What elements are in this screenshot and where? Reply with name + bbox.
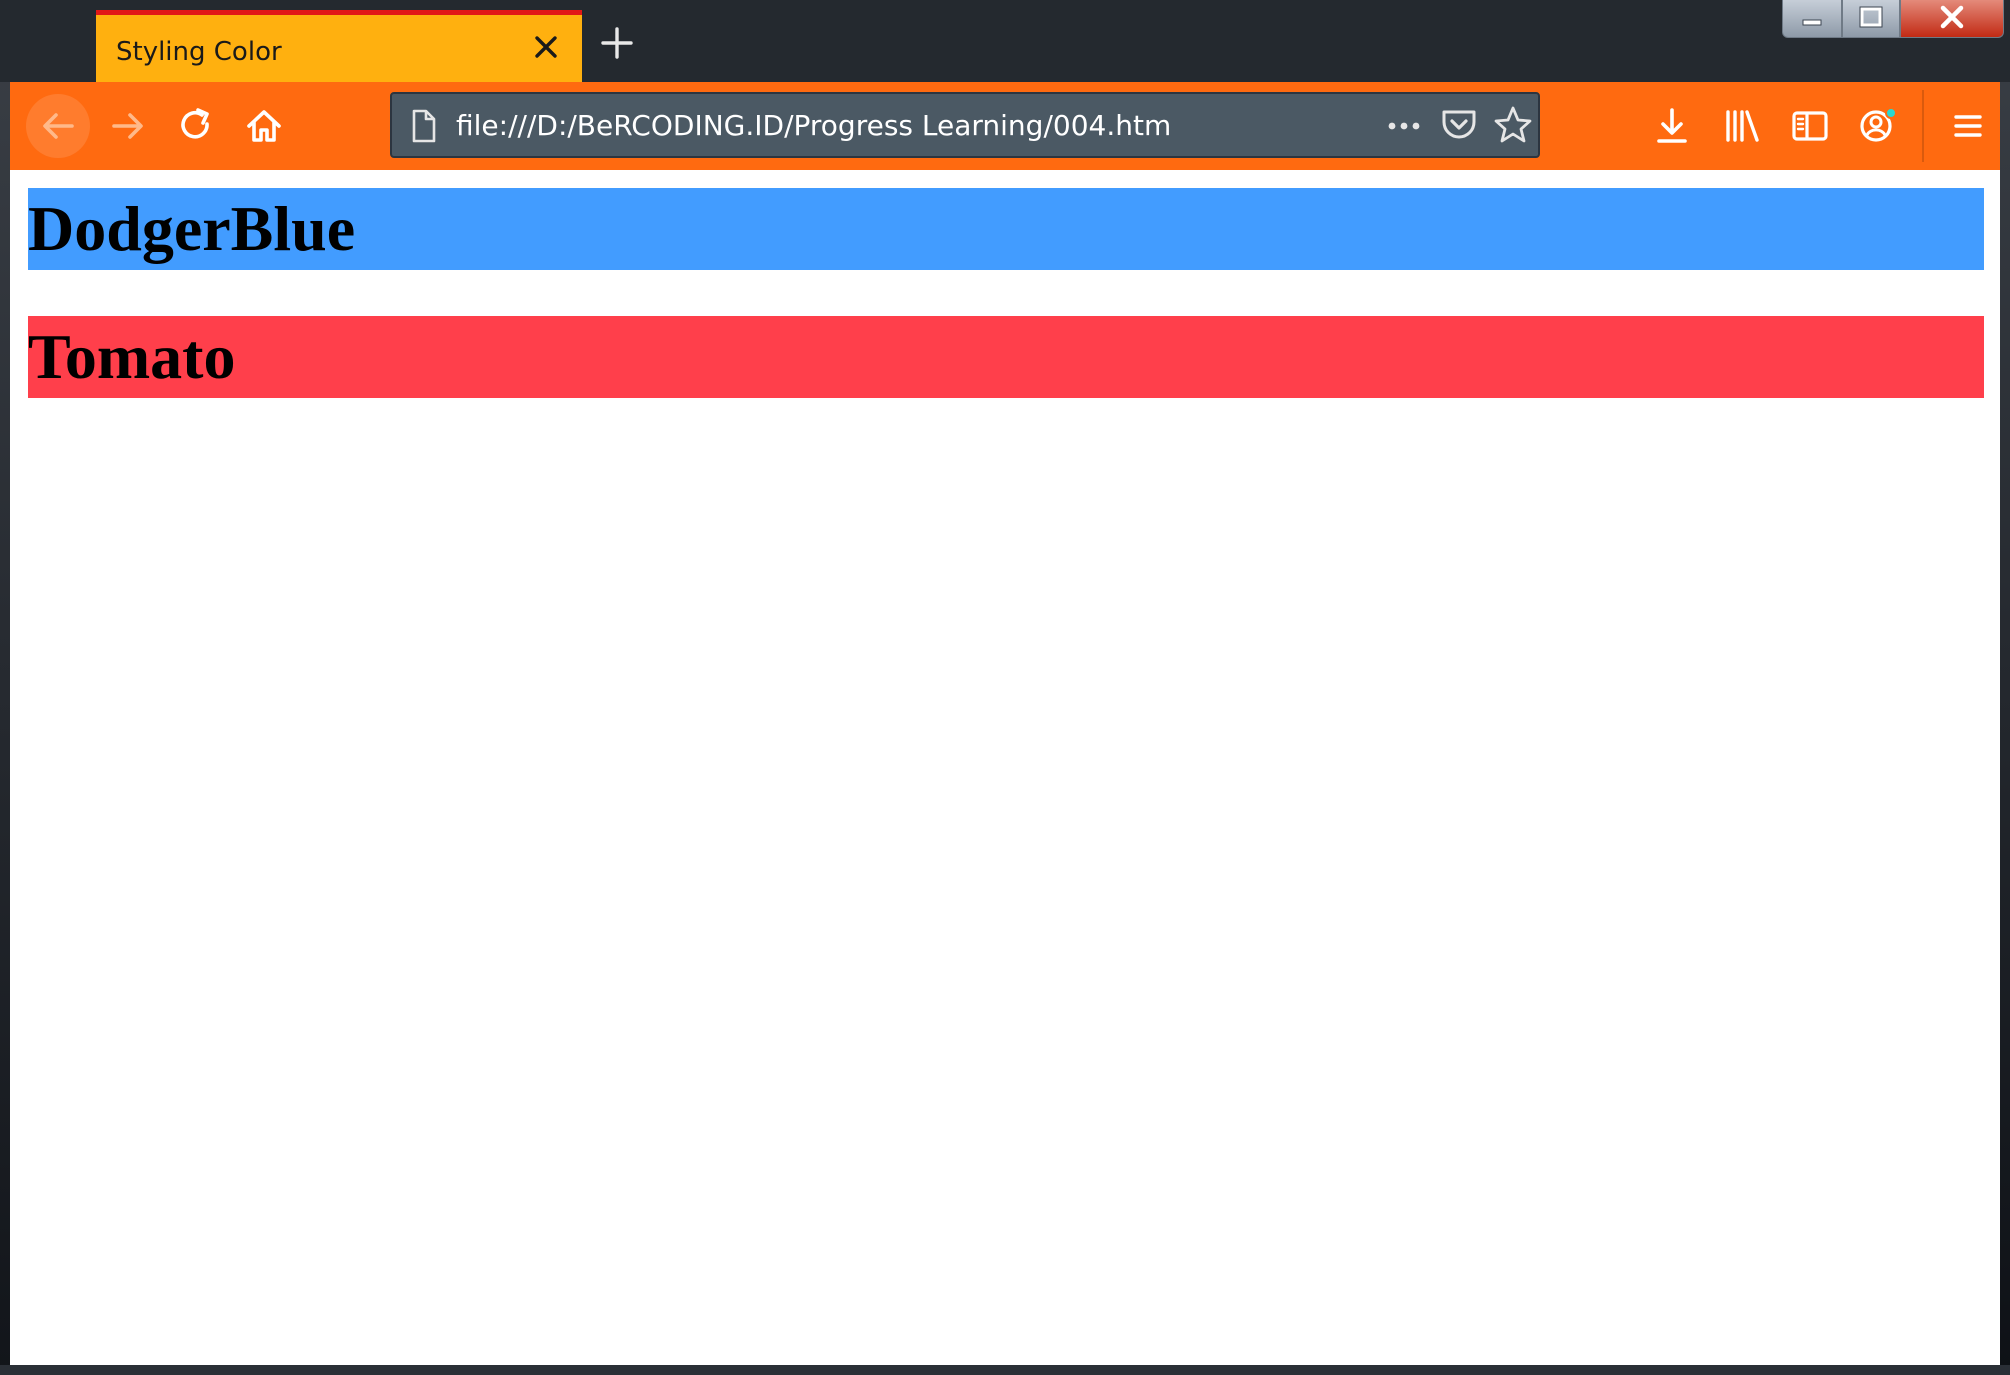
sidebar-button[interactable] (1784, 100, 1836, 152)
url-text[interactable]: file:///D:/BeRCODING.ID/Progress Learnin… (456, 109, 1171, 142)
minimize-button[interactable] (1782, 0, 1842, 38)
heading-tomato: Tomato (28, 321, 236, 392)
arrow-right-icon (112, 113, 143, 139)
close-icon[interactable] (532, 33, 560, 61)
pocket-icon[interactable] (1438, 104, 1480, 146)
more-horizontal-icon[interactable] (1382, 106, 1426, 146)
page-icon (406, 108, 440, 144)
tab-strip: Styling Color (0, 0, 2010, 82)
downloads-button[interactable] (1646, 100, 1698, 152)
address-bar[interactable]: file:///D:/BeRCODING.ID/Progress Learnin… (390, 92, 1540, 158)
plus-icon[interactable] (600, 26, 634, 60)
star-icon[interactable] (1492, 104, 1534, 146)
tomato-heading-block: Tomato (28, 316, 1984, 398)
account-icon (1860, 107, 1897, 142)
library-button[interactable] (1716, 100, 1768, 152)
window-border-bottom (0, 1365, 2010, 1375)
page-content: DodgerBlue Tomato (10, 170, 2000, 1365)
home-button[interactable] (238, 100, 290, 152)
dodgerblue-heading-block: DodgerBlue (28, 188, 1984, 270)
maximize-button[interactable] (1842, 0, 1900, 38)
account-button[interactable] (1852, 100, 1904, 152)
heading-dodgerblue: DodgerBlue (28, 193, 356, 264)
menu-button[interactable] (1942, 100, 1994, 152)
hamburger-icon (1954, 115, 1982, 137)
home-icon (247, 110, 281, 142)
tab-styling-color[interactable]: Styling Color (96, 10, 582, 82)
window-close-button[interactable] (1900, 0, 2004, 38)
window-controls (1782, 0, 2004, 40)
navigation-toolbar: file:///D:/BeRCODING.ID/Progress Learnin… (10, 82, 2000, 170)
arrow-left-icon (43, 113, 74, 139)
reload-button[interactable] (170, 100, 222, 152)
window-border-right (2000, 0, 2010, 1375)
back-button[interactable] (26, 94, 90, 158)
browser-window: Styling Color file:///D:/BeRCODING.ID/Pr… (0, 0, 2010, 1375)
sidebar-icon (1792, 111, 1828, 141)
download-icon (1657, 108, 1687, 143)
forward-button[interactable] (102, 100, 154, 152)
library-icon (1726, 110, 1759, 142)
toolbar-separator (1922, 90, 1924, 162)
tab-title: Styling Color (116, 37, 282, 67)
reload-icon (181, 108, 209, 139)
